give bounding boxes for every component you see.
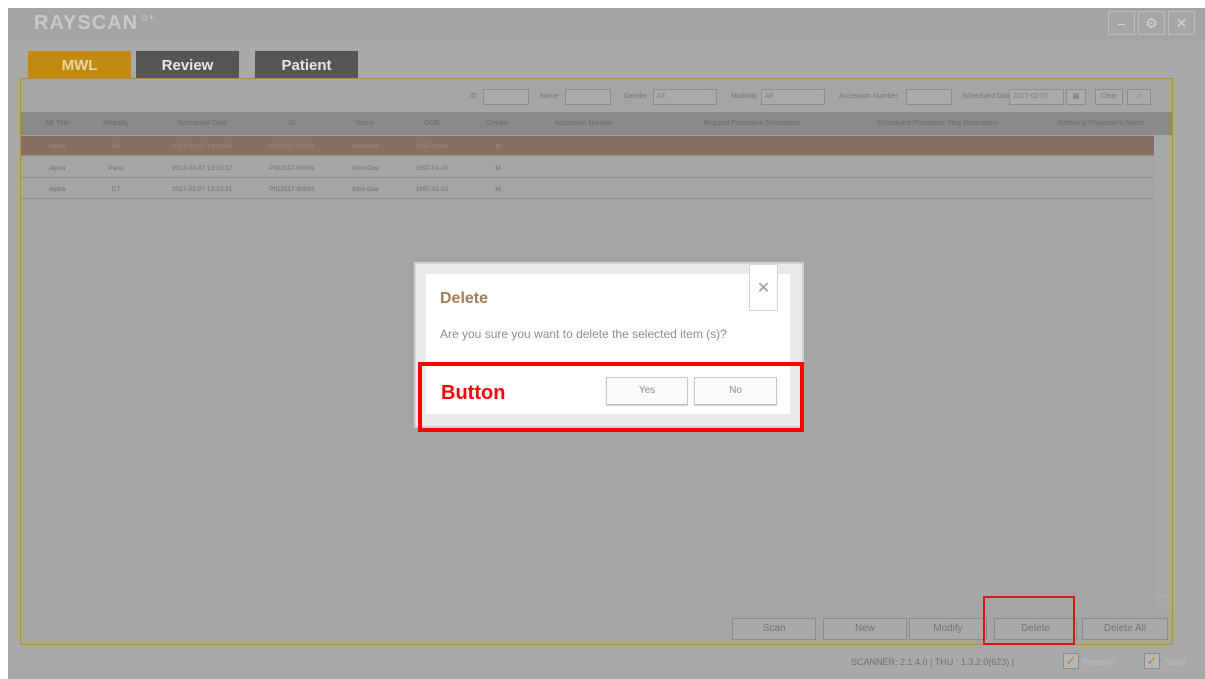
gender-select[interactable]: All ⌵ — [653, 89, 717, 105]
accession-filter-input[interactable] — [906, 89, 952, 105]
clear-button[interactable]: Clear — [1095, 89, 1123, 105]
annotation-label: Button — [441, 382, 506, 404]
filter-bar: ID Name Gender All ⌵ Modality All ⌵ Access… — [21, 87, 1172, 109]
title-bar: RAYSCAN α+ – ⚙ ✕ — [8, 8, 1205, 40]
col-dob[interactable]: DOB — [424, 120, 439, 127]
dialog-title: Delete — [440, 290, 489, 307]
cell: Alpha — [48, 165, 66, 172]
col-id[interactable]: ID — [289, 120, 296, 127]
version-info: SCANNER: 2.1.4.0 | THU : 1.3.2.0(623) | — [851, 657, 1015, 667]
cell: 2017-02-07 13:10:31 — [171, 186, 233, 193]
date-filter-label: Scheduled Date — [962, 93, 1012, 100]
name-filter-input[interactable] — [565, 89, 611, 105]
receive-checkbox[interactable]: ✓ — [1063, 653, 1079, 669]
name-filter-label: Name — [540, 93, 559, 100]
tab-patient[interactable]: Patient — [255, 51, 358, 80]
dialog-message: Are you sure you want to delete the sele… — [440, 327, 727, 341]
cell: M — [495, 143, 501, 150]
chevron-down-icon: ⌵ — [707, 92, 713, 99]
col-request-procedure[interactable]: Request Procedure Description — [703, 120, 800, 127]
date-filter-input[interactable]: 2017-02-07 — [1009, 89, 1064, 105]
cell: PID2017-00001 — [269, 186, 315, 193]
modality-select[interactable]: All ⌵ — [761, 89, 825, 105]
col-scheduled-procedure-step[interactable]: Scheduled Procedure Step Description — [878, 120, 999, 127]
cell: Alpha — [48, 186, 66, 193]
calendar-icon[interactable]: ▦ — [1066, 89, 1086, 105]
cell: 1997-01-01 — [415, 143, 449, 150]
table-row[interactable]: Alpha Pano 2017-02-07 13:10:17 PID2017-0… — [21, 158, 1172, 178]
send-checkbox[interactable]: ✓ — [1144, 653, 1160, 669]
gender-filter-label: Gender — [624, 93, 648, 100]
col-modality[interactable]: Modality — [103, 120, 129, 127]
status-bar: SCANNER: 2.1.4.0 | THU : 1.3.2.0(623) | … — [0, 648, 1197, 670]
cell: M — [495, 186, 501, 193]
cell: 1997-01-01 — [415, 165, 449, 172]
tab-review[interactable]: Review — [136, 51, 239, 80]
col-ae-title[interactable]: AE Title — [45, 120, 69, 127]
cell: CT — [111, 186, 121, 193]
cell: 1997-01-01 — [415, 186, 449, 193]
cell: DX — [111, 143, 121, 150]
cell: 2017-02-07 13:10:06 — [171, 143, 233, 150]
close-icon[interactable]: ✕ — [749, 264, 778, 311]
send-label: Send — [1164, 657, 1186, 667]
close-window-icon[interactable]: ✕ — [1168, 11, 1195, 35]
col-name[interactable]: Name — [356, 120, 375, 127]
chevron-down-icon: ⌵ — [815, 92, 821, 99]
cell: John Doe — [351, 165, 379, 172]
new-button[interactable]: New — [823, 618, 907, 640]
col-scheduled-date[interactable]: Scheduled Date — [177, 120, 227, 127]
cell: John Doe — [351, 186, 379, 193]
id-filter-label: ID — [470, 93, 477, 100]
table-row[interactable]: Alpha DX 2017-02-07 13:10:06 PID2017-000… — [21, 136, 1172, 156]
cell: Alpha — [48, 143, 66, 150]
settings-icon[interactable]: ⚙ — [1138, 11, 1165, 35]
cell: Pano — [108, 165, 124, 172]
delete-all-button[interactable]: Delete All — [1082, 618, 1168, 640]
minimize-icon[interactable]: – — [1108, 11, 1135, 35]
tab-mwl[interactable]: MWL — [28, 51, 131, 80]
cell: M — [495, 165, 501, 172]
scroll-down-icon[interactable]: ﹀ — [1158, 591, 1168, 606]
app-logo: RAYSCAN α+ — [34, 12, 156, 34]
id-filter-input[interactable] — [483, 89, 529, 105]
cell: 2017-02-07 13:10:17 — [171, 165, 233, 172]
col-accession-number[interactable]: Accession Number — [555, 120, 614, 127]
cell: PID2017-00001 — [269, 143, 315, 150]
col-gender[interactable]: Gender — [486, 120, 509, 127]
cell: PID2017-00001 — [269, 165, 315, 172]
modify-button[interactable]: Modify — [909, 618, 987, 640]
search-icon[interactable]: ⌕ — [1127, 89, 1151, 105]
scan-button[interactable]: Scan — [732, 618, 816, 640]
table-scrollbar[interactable]: ︿ ﹀ — [1154, 135, 1172, 610]
accession-filter-label: Accession Number — [839, 93, 898, 100]
scroll-up-icon[interactable]: ︿ — [1158, 139, 1168, 154]
gender-select-value: All — [657, 93, 665, 100]
table-row[interactable]: Alpha CT 2017-02-07 13:10:31 PID2017-000… — [21, 179, 1172, 199]
receive-label: Receive — [1082, 657, 1115, 667]
modality-filter-label: Modality — [731, 93, 758, 100]
col-referring-physician[interactable]: Referring Physician's Name — [1058, 120, 1144, 127]
table-header: AE Title Modality Scheduled Date ID Name… — [21, 112, 1172, 135]
delete-button-highlight — [983, 596, 1075, 645]
cell: John Doe — [351, 143, 379, 150]
modality-select-value: All — [765, 93, 773, 100]
